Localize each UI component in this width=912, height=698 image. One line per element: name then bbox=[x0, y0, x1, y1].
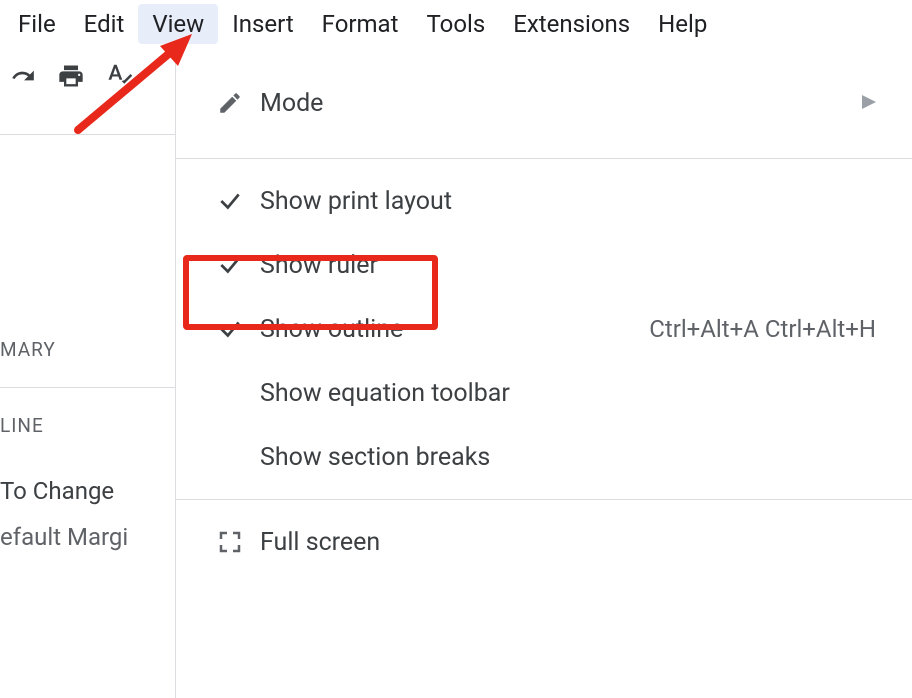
menubar: File Edit View Insert Format Tools Exten… bbox=[0, 0, 912, 48]
view-outline-label: Show outline bbox=[254, 315, 403, 344]
menu-help[interactable]: Help bbox=[644, 4, 721, 44]
outline-heading-1[interactable]: To Change bbox=[0, 477, 175, 505]
view-mode-item[interactable]: Mode bbox=[176, 48, 912, 158]
menu-tools[interactable]: Tools bbox=[412, 4, 499, 44]
view-print-layout-label: Show print layout bbox=[254, 187, 452, 216]
summary-section-label: MARY bbox=[0, 338, 175, 361]
view-equation-toolbar-item[interactable]: Show equation toolbar bbox=[176, 361, 912, 425]
print-icon[interactable] bbox=[56, 62, 86, 90]
submenu-arrow-icon bbox=[862, 93, 876, 114]
fullscreen-icon bbox=[206, 530, 254, 554]
redo-icon[interactable] bbox=[8, 63, 38, 89]
toolbar-divider bbox=[0, 134, 175, 135]
menu-edit[interactable]: Edit bbox=[70, 4, 139, 44]
menu-file[interactable]: File bbox=[4, 4, 70, 44]
left-panel-divider bbox=[0, 387, 175, 388]
pencil-icon bbox=[206, 90, 254, 116]
view-ruler-label: Show ruler bbox=[254, 251, 378, 280]
check-icon bbox=[206, 252, 254, 278]
check-icon bbox=[206, 316, 254, 342]
outline-section-label: LINE bbox=[0, 414, 175, 437]
view-equation-toolbar-label: Show equation toolbar bbox=[254, 379, 510, 408]
view-section-breaks-item[interactable]: Show section breaks bbox=[176, 425, 912, 489]
menu-view[interactable]: View bbox=[138, 4, 218, 44]
check-icon bbox=[206, 188, 254, 214]
view-mode-label: Mode bbox=[254, 89, 323, 118]
view-outline-item[interactable]: Show outline Ctrl+Alt+A Ctrl+Alt+H bbox=[176, 297, 912, 361]
view-dropdown: Mode Show print layout Show ruler Show o… bbox=[175, 48, 912, 698]
view-outline-shortcut: Ctrl+Alt+A Ctrl+Alt+H bbox=[649, 315, 876, 343]
menu-insert[interactable]: Insert bbox=[218, 4, 307, 44]
view-ruler-item[interactable]: Show ruler bbox=[176, 233, 912, 297]
spellcheck-icon[interactable] bbox=[104, 61, 138, 91]
view-section-breaks-label: Show section breaks bbox=[254, 443, 490, 472]
menu-extensions[interactable]: Extensions bbox=[499, 4, 644, 44]
menu-format[interactable]: Format bbox=[308, 4, 413, 44]
outline-heading-2[interactable]: efault Margi bbox=[0, 523, 175, 551]
left-panel: MARY LINE To Change efault Margi bbox=[0, 338, 175, 551]
view-full-screen-item[interactable]: Full screen bbox=[176, 510, 912, 574]
view-full-screen-label: Full screen bbox=[254, 528, 380, 557]
view-print-layout-item[interactable]: Show print layout bbox=[176, 169, 912, 233]
